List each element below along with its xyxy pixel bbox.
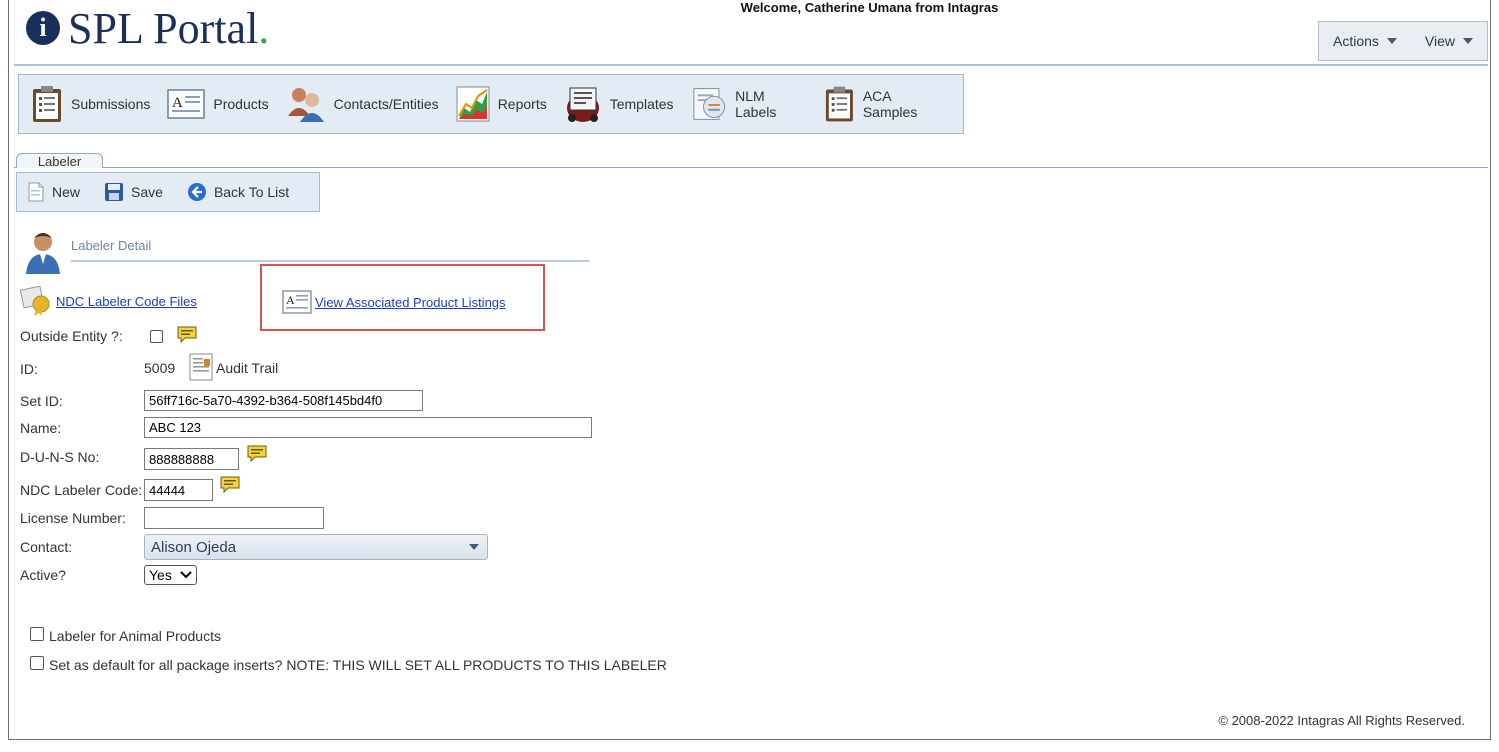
certificate-icon bbox=[20, 286, 50, 316]
license-number-input[interactable] bbox=[144, 507, 324, 529]
new-button[interactable]: New bbox=[27, 182, 80, 202]
note-icon[interactable] bbox=[247, 445, 267, 462]
svg-text:A: A bbox=[286, 293, 295, 307]
duns-input[interactable] bbox=[144, 448, 239, 470]
document-a-icon: A bbox=[282, 290, 312, 314]
chevron-down-icon bbox=[1386, 38, 1397, 44]
animal-products-label: Labeler for Animal Products bbox=[49, 628, 221, 644]
back-arrow-icon bbox=[187, 183, 206, 201]
contact-selected-value: Alison Ojeda bbox=[151, 538, 237, 556]
document-a-icon: A bbox=[167, 89, 206, 119]
actions-menu[interactable]: Actions bbox=[1333, 33, 1397, 49]
audit-trail-icon[interactable] bbox=[189, 353, 213, 381]
set-id-label: Set ID: bbox=[20, 393, 63, 409]
welcome-message: Welcome, Catherine Umana from Intagras bbox=[740, 0, 999, 15]
chart-icon bbox=[456, 86, 490, 122]
clipboard-icon bbox=[33, 86, 61, 122]
tab-labeler[interactable]: Labeler bbox=[16, 153, 103, 169]
license-number-label: License Number: bbox=[20, 510, 126, 526]
copyright-footer: © 2008-2022 Intagras All Rights Reserved… bbox=[1218, 713, 1465, 728]
labeler-detail-title: Labeler Detail bbox=[71, 238, 152, 253]
view-listings-link-wrap: A View Associated Product Listings bbox=[282, 290, 506, 314]
nav-submissions[interactable]: Submissions bbox=[31, 85, 150, 123]
view-menu[interactable]: View bbox=[1425, 33, 1473, 49]
main-toolbar: Submissions A Products Contacts/Entities… bbox=[18, 74, 964, 134]
default-labeler-checkbox[interactable] bbox=[30, 656, 44, 670]
note-icon[interactable] bbox=[177, 326, 197, 343]
nav-aca-samples[interactable]: ACA Samples bbox=[824, 85, 946, 123]
back-to-list-button[interactable]: Back To List bbox=[187, 182, 289, 202]
default-labeler-label: Set as default for all package inserts? … bbox=[49, 657, 667, 673]
svg-text:A: A bbox=[172, 95, 183, 111]
new-document-icon bbox=[28, 182, 44, 202]
name-input[interactable] bbox=[144, 417, 592, 438]
save-button[interactable]: Save bbox=[104, 182, 163, 202]
people-icon bbox=[287, 88, 324, 122]
duns-label: D-U-N-S No: bbox=[20, 449, 100, 465]
id-value: 5009 bbox=[144, 360, 176, 376]
animal-products-option: Labeler for Animal Products bbox=[30, 626, 221, 644]
chevron-down-icon bbox=[1462, 38, 1473, 44]
info-logo-icon: i bbox=[26, 11, 60, 45]
floppy-disk-icon bbox=[105, 183, 124, 201]
ndc-labeler-code-label: NDC Labeler Code: bbox=[20, 482, 143, 498]
ndc-files-link-wrap: NDC Labeler Code Files bbox=[20, 286, 197, 316]
audit-trail-label[interactable]: Audit Trail bbox=[216, 360, 278, 376]
chevron-down-icon bbox=[469, 544, 479, 550]
clipboard-icon bbox=[825, 86, 853, 122]
detail-divider bbox=[71, 260, 589, 262]
nav-reports[interactable]: Reports bbox=[456, 86, 547, 122]
active-label: Active? bbox=[20, 567, 66, 583]
active-select[interactable]: Yes bbox=[144, 565, 197, 585]
outside-entity-label: Outside Entity ?: bbox=[20, 328, 123, 344]
ndc-labeler-code-files-link[interactable]: NDC Labeler Code Files bbox=[56, 294, 197, 309]
nav-nlm-labels[interactable]: NLM Labels bbox=[691, 85, 808, 123]
ndc-labeler-code-input[interactable] bbox=[144, 479, 213, 501]
name-label: Name: bbox=[20, 420, 62, 436]
active-selected-value: Yes bbox=[149, 567, 172, 583]
header-divider bbox=[14, 64, 1488, 66]
top-menu: Actions View bbox=[1318, 21, 1488, 61]
rolodex-icon bbox=[566, 87, 599, 122]
animal-products-checkbox[interactable] bbox=[30, 627, 44, 641]
chevron-down-icon bbox=[180, 571, 192, 579]
nav-contacts-entities[interactable]: Contacts/Entities bbox=[286, 84, 439, 124]
nav-templates[interactable]: Templates bbox=[564, 84, 674, 124]
contact-label: Contact: bbox=[20, 539, 73, 555]
set-id-input[interactable] bbox=[144, 390, 423, 411]
default-labeler-option: Set as default for all package inserts? … bbox=[30, 655, 667, 673]
nav-products[interactable]: A Products bbox=[167, 89, 269, 119]
outside-entity-checkbox[interactable] bbox=[150, 330, 163, 343]
contact-select[interactable]: Alison Ojeda bbox=[144, 534, 488, 560]
view-associated-product-listings-link[interactable]: View Associated Product Listings bbox=[315, 295, 506, 310]
tab-divider bbox=[14, 167, 1488, 168]
id-label: ID: bbox=[20, 361, 38, 377]
record-toolbar: New Save Back To List bbox=[16, 172, 320, 212]
label-icon bbox=[692, 88, 725, 120]
labeler-person-icon bbox=[26, 233, 60, 274]
note-icon[interactable] bbox=[220, 476, 240, 493]
